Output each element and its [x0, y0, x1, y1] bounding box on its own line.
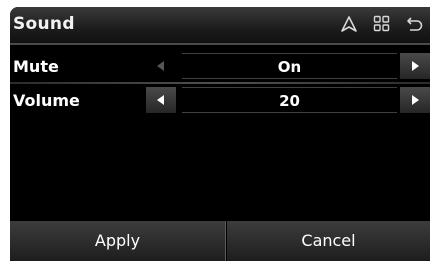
- action-bar: Apply Cancel: [10, 221, 430, 261]
- apply-button[interactable]: Apply: [10, 221, 226, 261]
- volume-decrease-button[interactable]: [146, 87, 176, 113]
- back-icon[interactable]: [406, 15, 424, 33]
- left-arrow-icon: [157, 95, 164, 105]
- setting-row-mute: Mute On: [10, 51, 430, 85]
- row-divider: [10, 82, 430, 84]
- volume-value: 20: [182, 87, 397, 113]
- grid-menu-icon[interactable]: [373, 15, 390, 32]
- setting-label: Volume: [13, 91, 80, 110]
- cancel-button[interactable]: Cancel: [227, 221, 430, 261]
- mute-value: On: [182, 53, 397, 79]
- right-arrow-icon: [412, 61, 419, 71]
- setting-row-volume: Volume 20: [10, 85, 430, 119]
- sound-settings-screen: Sound Mute On Volume 20 Apply Cancel: [10, 7, 430, 261]
- volume-increase-button[interactable]: [400, 87, 430, 113]
- page-title: Sound: [13, 14, 75, 34]
- setting-label: Mute: [13, 57, 59, 76]
- mute-prev-button[interactable]: [146, 53, 176, 79]
- navigation-arrow-icon[interactable]: [340, 15, 358, 33]
- mute-next-button[interactable]: [400, 53, 430, 79]
- title-bar: Sound: [10, 7, 430, 45]
- right-arrow-icon: [412, 95, 419, 105]
- left-arrow-icon: [157, 61, 164, 71]
